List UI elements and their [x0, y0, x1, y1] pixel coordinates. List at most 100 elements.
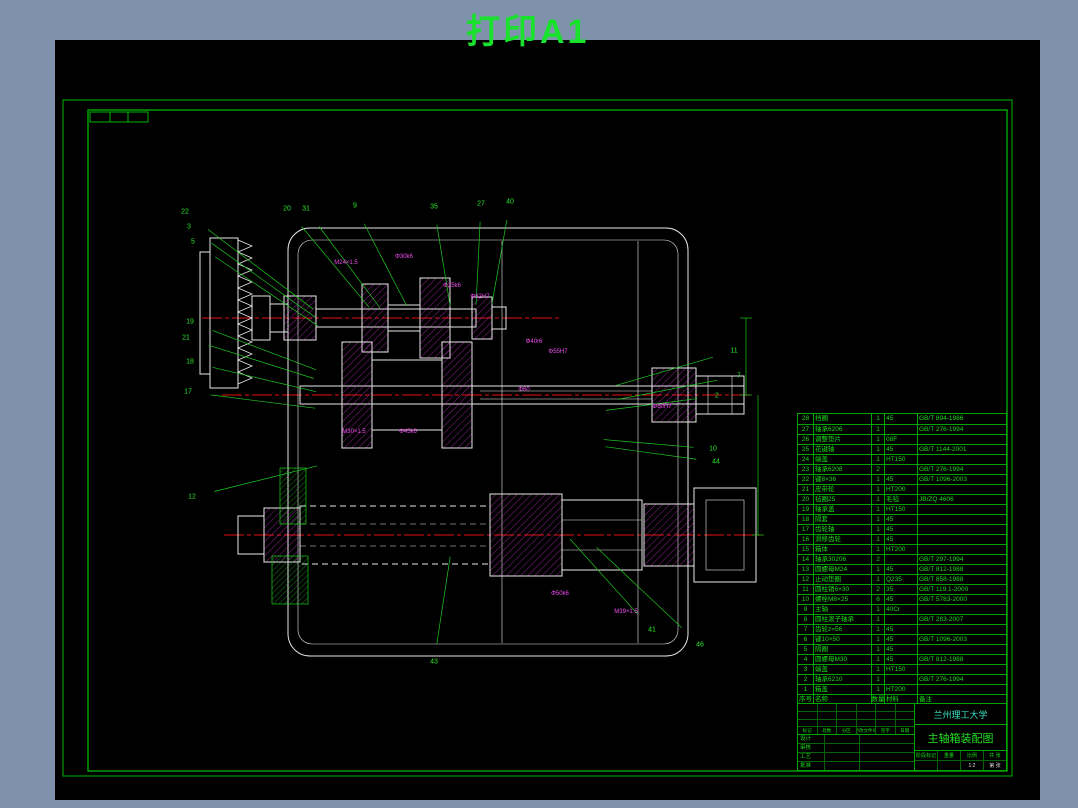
parts-cell: 轴承6210 — [813, 675, 871, 684]
part-callout: 40 — [506, 198, 514, 206]
parts-cell: 隔套 — [813, 515, 871, 524]
dimension-text: Φ45k6 — [399, 429, 417, 435]
revision-cell: 签字 — [875, 727, 895, 734]
revision-cell — [875, 704, 895, 711]
part-callout: 46 — [696, 641, 704, 649]
parts-cell — [917, 435, 1006, 444]
part-callout: 10 — [709, 445, 717, 453]
part-callout: 2 — [715, 392, 719, 400]
parts-cell — [917, 525, 1006, 534]
parts-cell: 6 — [871, 595, 884, 604]
parts-cell: 轴承盖 — [813, 505, 871, 514]
revision-cell — [894, 711, 915, 719]
signature-name — [825, 762, 860, 770]
parts-cell: 45 — [884, 595, 917, 604]
parts-cell: 1 — [871, 445, 884, 454]
parts-cell: GB/T 1144-2001 — [917, 445, 1006, 454]
parts-cell: 6 — [803, 635, 808, 643]
signature-label: 工艺 — [798, 753, 825, 761]
parts-cell: 调整垫片 — [813, 435, 871, 444]
parts-cell: 2 — [803, 675, 808, 683]
revision-cell — [816, 704, 837, 711]
parts-cell: 1 — [871, 495, 884, 504]
revision-cell — [836, 711, 856, 719]
parts-cell: GB/T 283-2007 — [917, 615, 1006, 624]
signature-name — [825, 735, 860, 743]
parts-cell — [917, 515, 1006, 524]
parts-cell: 21 — [801, 485, 810, 493]
sheet-number: 第 张 — [989, 762, 1001, 769]
parts-cell — [884, 555, 917, 564]
parts-cell: 08F — [884, 435, 917, 444]
parts-cell — [917, 685, 1006, 694]
parts-row: 16 滑移齿轮 1 45 — [798, 534, 1006, 544]
dimension-text: Φ80H7 — [652, 404, 672, 410]
signature-date — [860, 735, 914, 743]
part-callout: 21 — [182, 334, 190, 342]
parts-cell: 25 — [801, 445, 810, 453]
parts-row: 18 隔套 1 45 — [798, 514, 1006, 524]
parts-cell: 1 — [871, 505, 884, 514]
revision-row: 标记处数分区更改文件号签字日期 — [798, 726, 914, 734]
revision-cell — [798, 720, 817, 727]
parts-cell: 3 — [803, 665, 808, 673]
signature-date — [860, 744, 914, 752]
parts-cell: 1 — [871, 665, 884, 674]
parts-cell: JB/ZQ 4606 — [917, 495, 1006, 504]
revision-cell — [816, 711, 837, 719]
revision-cell — [875, 711, 895, 719]
parts-row: 10 螺栓M8×25 6 45 GB/T 5783-2000 — [798, 594, 1006, 604]
parts-row: 12 止动垫圈 1 Q235 GB/T 858-1988 — [798, 574, 1006, 584]
parts-row: 15 箱体 1 HT200 — [798, 544, 1006, 554]
parts-cell: HT200 — [884, 485, 917, 494]
revision-cell — [855, 719, 876, 727]
part-callout: 22 — [181, 208, 189, 216]
parts-cell: 15 — [801, 545, 810, 553]
parts-cell: 圆柱滚子轴承 — [813, 615, 871, 624]
revision-cell — [836, 704, 856, 711]
parts-row: 13 圆螺母M24 1 45 GB/T 812-1988 — [798, 564, 1006, 574]
drawing-title: 主轴箱装配图 — [915, 725, 1006, 751]
title-block-fields: 阶段标记 重量 比例 1:2 共 张 第 张 — [915, 751, 1006, 770]
parts-row: 25 花键轴 1 45 GB/T 1144-2001 — [798, 444, 1006, 454]
parts-cell: GB/T 1096-2003 — [917, 475, 1006, 484]
parts-row: 8 圆柱滚子轴承 1 GB/T 283-2007 — [798, 614, 1006, 624]
parts-cell: 23 — [801, 465, 810, 473]
parts-cell: 45 — [884, 645, 917, 654]
parts-cell: 22 — [801, 475, 810, 483]
part-callout: 5 — [191, 238, 195, 246]
part-callout: 20 — [283, 205, 291, 213]
parts-cell: 螺栓M8×25 — [813, 595, 871, 604]
parts-cell: 箱盖 — [813, 685, 871, 694]
revision-cell — [798, 704, 817, 711]
part-callout: 19 — [186, 318, 194, 326]
dimension-text: M30×1.5 — [342, 429, 366, 435]
parts-cell: GB/T 5783-2000 — [917, 595, 1006, 604]
part-callout: 9 — [353, 202, 357, 210]
weight-label: 重量 — [938, 751, 960, 761]
parts-row: 11 圆柱销6×30 2 35 GB/T 119.1-2000 — [798, 584, 1006, 594]
parts-cell: HT150 — [884, 455, 917, 464]
revision-cell — [855, 704, 876, 711]
parts-cell — [917, 645, 1006, 654]
parts-cell: GB/T 276-1994 — [917, 465, 1006, 474]
parts-cell: 45 — [884, 445, 917, 454]
parts-cell: GB/T 858-1988 — [917, 575, 1006, 584]
parts-cell: GB/T 276-1994 — [917, 425, 1006, 434]
parts-cell: 4 — [803, 655, 808, 663]
parts-cell: 2 — [871, 465, 884, 474]
parts-row: 24 端盖 1 HT150 — [798, 454, 1006, 464]
signature-date — [860, 753, 914, 761]
parts-cell: 1 — [871, 635, 884, 644]
parts-cell: Q235 — [884, 575, 917, 584]
title-block-revision-and-signatures: 标记处数分区更改文件号签字日期 设计审核工艺批准 — [798, 704, 915, 770]
parts-cell — [917, 545, 1006, 554]
parts-cell: 45 — [884, 525, 917, 534]
parts-cell: 12 — [801, 575, 810, 583]
parts-row: 14 轴承30206 2 GB/T 297-1994 — [798, 554, 1006, 564]
parts-cell: 1 — [871, 515, 884, 524]
parts-cell: 7 — [803, 625, 808, 633]
signature-row: 审核 — [798, 743, 914, 752]
revision-cell — [798, 712, 817, 719]
parts-cell — [917, 605, 1006, 614]
